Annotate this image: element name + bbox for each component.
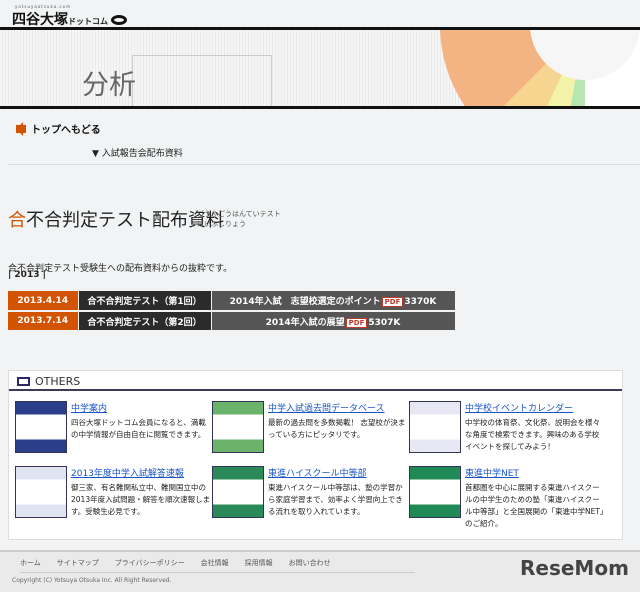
item-thumbnail[interactable] xyxy=(212,466,264,518)
windows-icon xyxy=(17,377,30,386)
item-thumbnail[interactable] xyxy=(212,401,264,453)
table-row: 2013.4.14 合不合判定テスト（第1回） 2014年入試 志望校選定のポイ… xyxy=(8,291,456,312)
title-reading: ごうふごうはんていテスト はいふしりょう xyxy=(197,209,281,229)
item-description: 中学校の体育祭、文化祭、説明会を様々な角度で検索できます。興味のある学校イベント… xyxy=(465,418,600,451)
banner-arc-graphic xyxy=(440,30,640,106)
reading-line-2: はいふしりょう xyxy=(197,220,246,228)
materials-table: 2013.4.14 合不合判定テスト（第1回） 2014年入試 志望校選定のポイ… xyxy=(8,291,456,332)
item-description: 最新の過去問を多数掲載！ 志望校が決まっている方にピッタリです。 xyxy=(268,418,406,439)
others-header: OTHERS xyxy=(9,371,622,391)
page-banner: 分析 xyxy=(0,27,640,109)
logo-text: 四谷大塚 xyxy=(12,12,68,28)
date-cell: 2013.7.14 xyxy=(8,311,79,332)
item-description: 首都圏を中心に展開する東進ハイスクールの中学生のための塾「東進ハイスクール中等部… xyxy=(465,483,604,528)
date-cell: 2013.4.14 xyxy=(8,291,79,312)
footer-link-home[interactable]: ホーム xyxy=(20,558,41,568)
title-first-char: 合 xyxy=(8,210,26,231)
others-item: 中学入試過去問データベース最新の過去問を多数掲載！ 志望校が決まっている方にピッ… xyxy=(212,401,408,453)
pdf-icon: PDF xyxy=(381,297,404,307)
test-name-cell: 合不合判定テスト（第2回） xyxy=(78,311,212,332)
copyright: Copyright (C) Yotsuya Otsuka Inc. All Ri… xyxy=(12,577,172,584)
footer: ホーム サイトマップ プライバシーポリシー 会社情報 採用情報 お問い合わせ C… xyxy=(0,550,640,592)
footer-link-recruit[interactable]: 採用情報 xyxy=(245,558,273,568)
item-link[interactable]: 中学案内 xyxy=(71,401,211,414)
footer-link-company[interactable]: 会社情報 xyxy=(201,558,229,568)
item-link[interactable]: 中学校イベントカレンダー xyxy=(465,401,605,414)
banner-frame xyxy=(132,55,272,106)
breadcrumb[interactable]: ▼ 入試報告会配布資料 xyxy=(92,146,183,159)
others-item: 中学案内四谷大塚ドットコム会員になると、満載の中学情報が自由自在に閲覧できます。 xyxy=(15,401,211,453)
item-thumbnail[interactable] xyxy=(409,466,461,518)
others-item: 2013年度中学入試解答速報御三家、有名難関私立中、難関国立中の2013年度入試… xyxy=(15,466,211,518)
item-description: 御三家、有名難関私立中、難関国立中の2013年度入試問題・解答を順次速報します。… xyxy=(71,483,211,516)
others-heading: OTHERS xyxy=(35,375,81,388)
logo-subtext: yotsuyaotsuka.com xyxy=(15,4,71,9)
material-link[interactable]: 2014年入試 志望校選定のポイント PDF 3370K xyxy=(211,291,456,312)
footer-link-sitemap[interactable]: サイトマップ xyxy=(57,558,99,568)
footer-links: ホーム サイトマップ プライバシーポリシー 会社情報 採用情報 お問い合わせ xyxy=(20,558,415,573)
banner-title: 分析 xyxy=(82,70,136,101)
arrow-left-icon xyxy=(16,121,26,136)
back-label: トップへもどる xyxy=(31,125,101,136)
item-link[interactable]: 2013年度中学入試解答速報 xyxy=(71,466,211,479)
item-thumbnail[interactable] xyxy=(15,401,67,453)
page-title: 合不合判定テスト配布資料 xyxy=(8,206,224,232)
divider xyxy=(8,164,640,165)
others-item: 中学校イベントカレンダー中学校の体育祭、文化祭、説明会を様々な角度で検索できます… xyxy=(409,401,605,453)
material-link[interactable]: 2014年入試の展望 PDF 5307K xyxy=(211,311,456,332)
title-rest: 不合判定テスト配布資料 xyxy=(26,210,224,231)
footer-link-privacy[interactable]: プライバシーポリシー xyxy=(115,558,185,568)
item-thumbnail[interactable] xyxy=(15,466,67,518)
table-row: 2013.7.14 合不合判定テスト（第2回） 2014年入試の展望 PDF 530… xyxy=(8,311,456,332)
back-to-top-link[interactable]: トップへもどる xyxy=(16,121,101,136)
material-title: 2014年入試 志望校選定のポイント xyxy=(229,297,381,307)
item-thumbnail[interactable] xyxy=(409,401,461,453)
logo-mark-icon xyxy=(111,14,127,25)
site-logo[interactable]: yotsuyaotsuka.com 四谷大塚ドットコム xyxy=(12,4,127,29)
year-label: | 2013 | xyxy=(8,270,46,280)
item-link[interactable]: 東進中学NET xyxy=(465,466,605,479)
others-panel: OTHERS 中学案内四谷大塚ドットコム会員になると、満載の中学情報が自由自在に… xyxy=(8,370,623,540)
test-name-cell: 合不合判定テスト（第1回） xyxy=(78,291,212,312)
item-description: 東進ハイスクール中等部は、塾の学習から家庭学習まで、効率よく学習向上できる流れを… xyxy=(268,483,403,516)
others-item: 東進中学NET 首都圏を中心に展開する東進ハイスクールの中学生のための塾「東進ハイ… xyxy=(409,466,605,530)
item-link[interactable]: 東進ハイスクール中等部 xyxy=(268,466,408,479)
item-link[interactable]: 中学入試過去問データベース xyxy=(268,401,408,414)
logo-dot-text: ドットコム xyxy=(68,17,108,26)
item-description: 四谷大塚ドットコム会員になると、満載の中学情報が自由自在に閲覧できます。 xyxy=(71,418,206,439)
others-item: 東進ハイスクール中等部東進ハイスクール中等部は、塾の学習から家庭学習まで、効率よ… xyxy=(212,466,408,518)
pdf-icon: PDF xyxy=(345,317,368,328)
material-title: 2014年入試の展望 xyxy=(265,317,345,328)
file-size: 5307K xyxy=(368,317,401,328)
reading-line-1: ごうふごうはんていテスト xyxy=(197,210,281,218)
footer-link-contact[interactable]: お問い合わせ xyxy=(289,558,331,568)
watermark: ReseMom xyxy=(520,556,629,580)
file-size: 3370K xyxy=(404,297,437,307)
